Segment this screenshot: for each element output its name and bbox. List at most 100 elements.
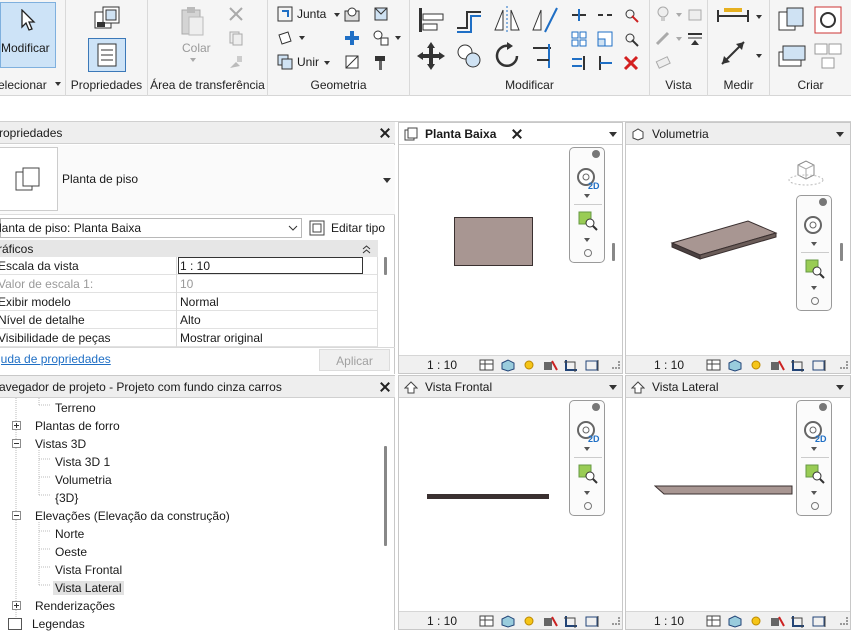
tree-item[interactable]: Legendas (32, 617, 85, 631)
plan-view-tab[interactable]: Planta Baixa (399, 123, 622, 145)
chevron-down-icon[interactable] (584, 447, 590, 451)
sun-path-icon[interactable] (521, 358, 537, 372)
hammer-icon[interactable] (372, 53, 390, 71)
aligned-dimension-icon[interactable] (718, 38, 748, 68)
navigation-bar[interactable]: 2D (569, 400, 605, 516)
join-dropdown-icon[interactable] (334, 13, 340, 17)
navigation-bar[interactable]: 2D (569, 147, 605, 263)
paste-icon[interactable] (178, 6, 206, 38)
side-view-window[interactable]: Vista Lateral 2D 1 : 10 (625, 375, 851, 630)
create-group-icon[interactable] (812, 4, 844, 36)
tree-item[interactable]: Volumetria (55, 473, 112, 487)
match-properties-icon[interactable] (228, 54, 244, 70)
view-menu-icon[interactable] (609, 132, 617, 137)
side-view-scale[interactable]: 1 : 10 (654, 614, 684, 628)
copy-icon[interactable] (228, 30, 244, 46)
chevron-down-icon[interactable] (584, 194, 590, 198)
edit-type-button[interactable]: Editar tipo (307, 217, 391, 239)
property-value[interactable]: Alto (180, 313, 201, 327)
show-crop-icon[interactable] (811, 614, 827, 628)
view-scrollbar[interactable] (840, 243, 843, 261)
nav-options-icon[interactable] (584, 249, 592, 257)
tree-item[interactable]: Vista Frontal (55, 563, 122, 577)
brush-dropdown-icon[interactable] (676, 37, 682, 41)
detail-level-icon[interactable] (706, 614, 722, 628)
collapse-icon[interactable] (362, 244, 371, 254)
cut-geometry-icon[interactable] (343, 5, 361, 23)
resize-grip-icon[interactable] (612, 361, 620, 369)
close-icon[interactable] (819, 403, 827, 411)
close-icon[interactable] (379, 381, 391, 393)
crop-view-icon[interactable] (563, 614, 579, 628)
view-menu-icon[interactable] (609, 385, 617, 390)
crop-view-icon[interactable] (790, 358, 806, 372)
instance-selector[interactable]: lanta de piso: Planta Baixa (0, 218, 302, 238)
floor-slab-side[interactable] (654, 484, 794, 498)
nav-options-icon[interactable] (811, 502, 819, 510)
tree-item[interactable]: Vistas 3D (35, 437, 86, 451)
volumetry-view-window[interactable]: Volumetria 1 : 10 (625, 122, 851, 374)
scale-icon[interactable] (596, 30, 614, 48)
expand-icon[interactable] (12, 421, 21, 430)
rotate-icon[interactable] (491, 40, 523, 72)
detail-level-icon[interactable] (479, 358, 495, 372)
bulb-dropdown-icon[interactable] (676, 13, 682, 17)
linework-icon[interactable] (686, 29, 704, 47)
front-view-scale[interactable]: 1 : 10 (427, 614, 457, 628)
nav-options-icon[interactable] (584, 502, 592, 510)
floor-slab-3d[interactable] (670, 219, 780, 261)
eraser-icon[interactable] (654, 53, 672, 71)
tree-item[interactable]: Renderizações (35, 599, 115, 613)
zoom-region-icon[interactable] (804, 463, 826, 485)
expand-icon[interactable] (12, 601, 21, 610)
show-crop-icon[interactable] (584, 358, 600, 372)
navigation-bar[interactable]: 2D (796, 400, 832, 516)
chevron-down-icon[interactable] (584, 238, 590, 242)
type-properties-icon[interactable] (91, 4, 123, 36)
mirror-axis-icon[interactable] (491, 4, 523, 36)
close-icon[interactable] (819, 198, 827, 206)
tree-item[interactable]: Terreno (55, 401, 96, 415)
property-value[interactable]: Mostrar original (180, 331, 263, 345)
tree-item[interactable]: Oeste (55, 545, 87, 559)
zoom-region-icon[interactable] (577, 210, 599, 232)
beam-join-icon[interactable] (343, 29, 361, 47)
join-label[interactable]: Junta (297, 7, 326, 21)
shadows-icon[interactable] (769, 358, 785, 372)
group-header-graphics[interactable]: ráficos (0, 240, 378, 257)
unite-icon[interactable] (276, 53, 294, 71)
split-face-icon[interactable] (276, 29, 294, 47)
split-face-dropdown-icon[interactable] (299, 36, 305, 40)
chevron-down-icon[interactable] (811, 447, 817, 451)
modify-button[interactable]: Modificar (0, 2, 56, 68)
nav-options-icon[interactable] (811, 297, 819, 305)
front-view-window[interactable]: Vista Frontal 2D 1 : 10 (398, 375, 623, 630)
property-row[interactable]: Escala da vista 1 : 10 (0, 257, 378, 275)
resize-grip-icon[interactable] (612, 617, 620, 625)
chevron-down-icon[interactable] (811, 242, 817, 246)
show-crop-icon[interactable] (811, 358, 827, 372)
sun-path-icon[interactable] (748, 614, 764, 628)
offset-icon[interactable] (453, 4, 485, 36)
tree-item[interactable]: Elevações (Elevação da construção) (35, 509, 230, 523)
resize-grip-icon[interactable] (840, 361, 848, 369)
measure-between-icon[interactable] (716, 6, 750, 26)
property-value[interactable]: 10 (180, 277, 193, 291)
brush-icon[interactable] (654, 29, 672, 47)
tree-item[interactable]: Norte (55, 527, 84, 541)
property-row[interactable]: Exibir modelo Normal (0, 293, 378, 311)
floor-slab-plan[interactable] (454, 217, 533, 266)
side-view-tab[interactable]: Vista Lateral (626, 376, 850, 398)
close-icon[interactable] (592, 403, 600, 411)
wall-joins-icon[interactable] (372, 5, 390, 23)
tree-item[interactable]: Plantas de forro (35, 419, 120, 433)
zoom-region-icon[interactable] (577, 463, 599, 485)
unite-label[interactable]: Unir (297, 55, 319, 69)
view-menu-icon[interactable] (836, 132, 844, 137)
create-parts-icon[interactable] (775, 40, 807, 72)
override-icon[interactable] (686, 5, 704, 23)
properties-button[interactable] (88, 38, 126, 72)
cope-icon[interactable] (276, 5, 294, 23)
floor-slab-front[interactable] (427, 494, 549, 499)
shadows-icon[interactable] (542, 358, 558, 372)
